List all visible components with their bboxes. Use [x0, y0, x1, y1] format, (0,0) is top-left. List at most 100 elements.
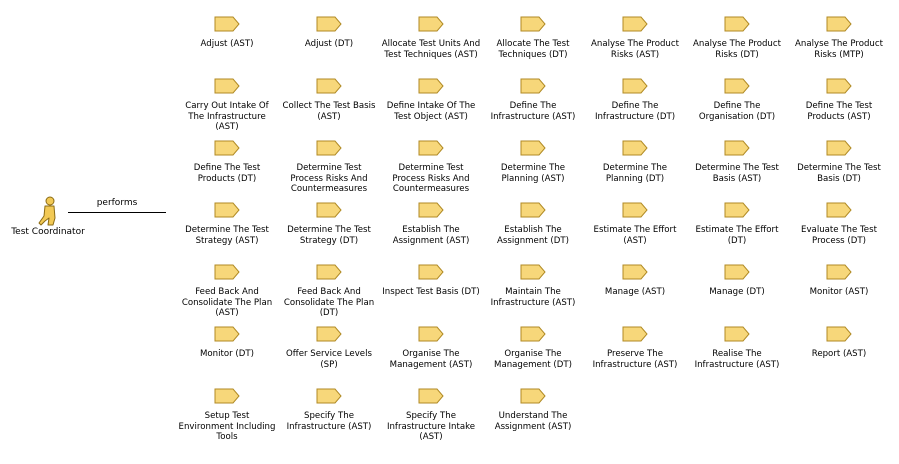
process-item[interactable]: Establish The Assignment (DT) — [482, 202, 584, 246]
association-line[interactable] — [68, 212, 166, 213]
process-icon — [826, 264, 852, 280]
process-label: Determine The Test Strategy (DT) — [287, 225, 371, 246]
process-item[interactable]: Organise The Management (AST) — [380, 326, 482, 370]
process-item[interactable]: Analyse The Product Risks (MTP) — [788, 16, 890, 60]
process-label: Evaluate The Test Process (DT) — [801, 225, 877, 246]
process-label: Allocate Test Units And Test Techniques … — [381, 39, 481, 60]
process-label: Adjust (DT) — [304, 39, 354, 49]
process-icon — [214, 326, 240, 342]
process-label: Determine Test Process Risks And Counter… — [392, 163, 470, 194]
process-item[interactable]: Define The Organisation (DT) — [686, 78, 788, 122]
process-item[interactable]: Specify The Infrastructure Intake (AST) — [380, 388, 482, 443]
process-label: Realise The Infrastructure (AST) — [694, 349, 780, 370]
process-item[interactable]: Analyse The Product Risks (DT) — [686, 16, 788, 60]
process-item[interactable]: Allocate The Test Techniques (DT) — [482, 16, 584, 60]
process-icon — [316, 326, 342, 342]
process-item[interactable]: Report (AST) — [788, 326, 890, 360]
process-item[interactable]: Realise The Infrastructure (AST) — [686, 326, 788, 370]
process-icon — [316, 388, 342, 404]
process-item[interactable]: Manage (DT) — [686, 264, 788, 298]
process-icon — [520, 202, 546, 218]
process-icon — [316, 202, 342, 218]
process-label: Feed Back And Consolidate The Plan (AST) — [181, 287, 273, 318]
process-item[interactable]: Carry Out Intake Of The Infrastructure (… — [176, 78, 278, 133]
process-item[interactable]: Inspect Test Basis (DT) — [380, 264, 482, 298]
process-item[interactable]: Organise The Management (DT) — [482, 326, 584, 370]
process-item[interactable]: Analyse The Product Risks (AST) — [584, 16, 686, 60]
process-icon — [520, 264, 546, 280]
process-item[interactable]: Maintain The Infrastructure (AST) — [482, 264, 584, 308]
process-item[interactable]: Estimate The Effort (DT) — [686, 202, 788, 246]
process-icon — [316, 140, 342, 156]
process-label: Report (AST) — [811, 349, 867, 359]
process-item[interactable]: Establish The Assignment (AST) — [380, 202, 482, 246]
process-item[interactable]: Determine The Test Strategy (DT) — [278, 202, 380, 246]
process-icon — [418, 16, 444, 32]
process-label: Determine The Planning (AST) — [500, 163, 566, 184]
process-icon — [826, 326, 852, 342]
process-item[interactable]: Adjust (AST) — [176, 16, 278, 50]
process-label: Define The Infrastructure (DT) — [594, 101, 676, 122]
process-icon — [316, 16, 342, 32]
process-label: Monitor (AST) — [809, 287, 869, 297]
process-label: Collect The Test Basis (AST) — [282, 101, 376, 122]
process-icon — [214, 140, 240, 156]
process-item[interactable]: Define The Test Products (AST) — [788, 78, 890, 122]
process-icon — [826, 140, 852, 156]
process-item[interactable]: Collect The Test Basis (AST) — [278, 78, 380, 122]
process-icon — [724, 326, 750, 342]
process-label: Establish The Assignment (DT) — [497, 225, 569, 246]
process-item[interactable]: Define The Test Products (DT) — [176, 140, 278, 184]
process-label: Carry Out Intake Of The Infrastructure (… — [185, 101, 269, 132]
process-item[interactable]: Allocate Test Units And Test Techniques … — [380, 16, 482, 60]
process-item[interactable]: Determine The Test Strategy (AST) — [176, 202, 278, 246]
process-item[interactable]: Determine The Planning (DT) — [584, 140, 686, 184]
process-item[interactable]: Determine The Test Basis (AST) — [686, 140, 788, 184]
process-icon — [520, 78, 546, 94]
process-item[interactable]: Define The Infrastructure (AST) — [482, 78, 584, 122]
process-icon — [724, 16, 750, 32]
process-item[interactable]: Monitor (DT) — [176, 326, 278, 360]
process-item[interactable]: Estimate The Effort (AST) — [584, 202, 686, 246]
process-icon — [316, 264, 342, 280]
process-item[interactable]: Determine The Test Basis (DT) — [788, 140, 890, 184]
process-item[interactable]: Specify The Infrastructure (AST) — [278, 388, 380, 432]
process-label: Determine The Test Basis (DT) — [797, 163, 881, 184]
process-icon — [724, 140, 750, 156]
process-label: Preserve The Infrastructure (AST) — [592, 349, 678, 370]
actor-icon — [38, 196, 56, 226]
process-item[interactable]: Define The Infrastructure (DT) — [584, 78, 686, 122]
process-item[interactable]: Determine The Planning (AST) — [482, 140, 584, 184]
process-icon — [724, 202, 750, 218]
process-item[interactable]: Understand The Assignment (AST) — [482, 388, 584, 432]
process-item[interactable]: Setup Test Environment Including Tools — [176, 388, 278, 443]
process-icon — [622, 202, 648, 218]
process-item[interactable]: Determine Test Process Risks And Counter… — [380, 140, 482, 195]
process-label: Specify The Infrastructure (AST) — [286, 411, 372, 432]
process-item[interactable]: Monitor (AST) — [788, 264, 890, 298]
process-item[interactable]: Adjust (DT) — [278, 16, 380, 50]
process-icon — [214, 16, 240, 32]
process-label: Analyse The Product Risks (MTP) — [795, 39, 883, 60]
process-item[interactable]: Manage (AST) — [584, 264, 686, 298]
process-icon — [622, 78, 648, 94]
process-label: Inspect Test Basis (DT) — [382, 287, 480, 297]
process-label: Maintain The Infrastructure (AST) — [490, 287, 576, 308]
process-item[interactable]: Evaluate The Test Process (DT) — [788, 202, 890, 246]
process-icon — [520, 16, 546, 32]
process-item[interactable]: Preserve The Infrastructure (AST) — [584, 326, 686, 370]
process-item[interactable]: Define Intake Of The Test Object (AST) — [380, 78, 482, 122]
association-label: performs — [96, 198, 138, 208]
process-icon — [214, 388, 240, 404]
process-item[interactable]: Determine Test Process Risks And Counter… — [278, 140, 380, 195]
process-item[interactable]: Feed Back And Consolidate The Plan (AST) — [176, 264, 278, 319]
process-label: Estimate The Effort (AST) — [593, 225, 677, 246]
process-icon — [418, 202, 444, 218]
process-label: Organise The Management (AST) — [389, 349, 473, 370]
process-label: Manage (AST) — [604, 287, 666, 297]
process-item[interactable]: Offer Service Levels (SP) — [278, 326, 380, 370]
process-icon — [520, 388, 546, 404]
process-icon — [622, 140, 648, 156]
process-item[interactable]: Feed Back And Consolidate The Plan (DT) — [278, 264, 380, 319]
process-label: Define The Test Products (AST) — [805, 101, 873, 122]
